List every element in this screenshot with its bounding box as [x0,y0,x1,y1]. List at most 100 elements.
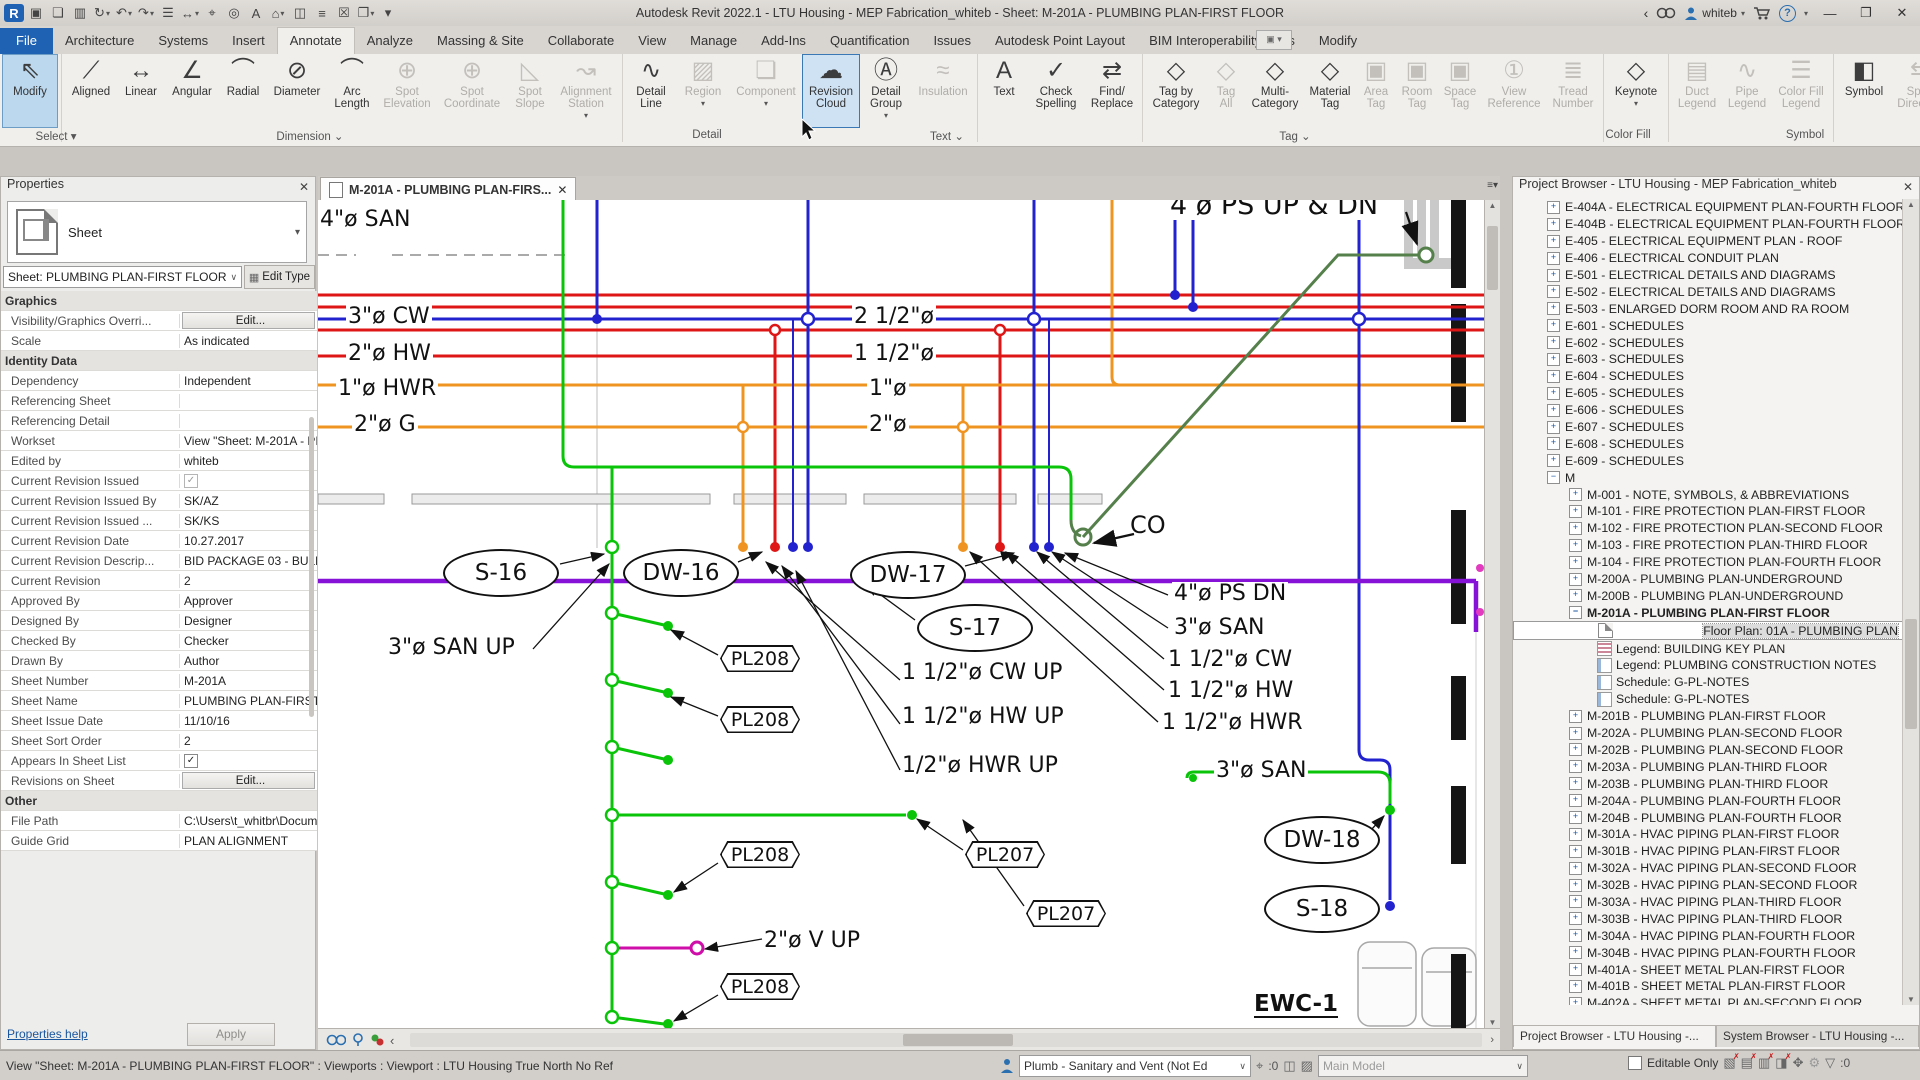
fixture-tag-ellipse[interactable]: S-17 [917,604,1033,652]
design-option-dropdown[interactable]: Main Model∨ [1318,1055,1528,1077]
qat-icon[interactable]: ◫ [290,3,310,23]
qat-icon[interactable]: ☒ [334,3,354,23]
pipe-annotation[interactable]: 2"ø V UP [764,929,860,952]
ribbon-button-linear[interactable]: ↔Linear [117,54,165,128]
qat-icon[interactable]: ☰ [158,3,178,23]
property-value[interactable]: Independent [180,371,317,390]
property-value[interactable]: Edit... [182,312,315,329]
pipe-annotation[interactable]: 4"ø PS DN [1172,582,1288,605]
tree-expander-icon[interactable]: + [1547,454,1560,467]
property-value[interactable]: SK/AZ [180,491,317,510]
tree-item[interactable]: − M [1513,469,1903,486]
ribbon-tab[interactable]: Analyze [355,28,425,54]
canvas-horizontal-scrollbar[interactable] [410,1033,1482,1047]
search-icon[interactable] [1656,6,1676,20]
ribbon-button-tag-by-category[interactable]: ◇Tag by Category [1146,54,1206,128]
tree-item[interactable]: + E-405 - ELECTRICAL EQUIPMENT PLAN - RO… [1513,233,1903,250]
properties-close-icon[interactable]: ✕ [299,180,309,194]
collapse-view-bar-icon[interactable]: ‹ [390,1033,394,1048]
tree-item[interactable]: + M-304B - HVAC PIPING PLAN-FOURTH FLOOR [1513,944,1903,961]
tree-item[interactable]: + M-101 - FIRE PROTECTION PLAN-FIRST FLO… [1513,503,1903,520]
tree-item[interactable]: + E-501 - ELECTRICAL DETAILS AND DIAGRAM… [1513,267,1903,284]
tree-expander-icon[interactable]: + [1569,556,1582,569]
ribbon-tab[interactable]: File [0,28,53,54]
plumbing-fixture-tag-hex[interactable]: PL208 [720,973,800,1000]
tree-expander-icon[interactable]: + [1547,319,1560,332]
exclude-options-icon[interactable]: ▧ [1723,1055,1735,1071]
tree-item[interactable]: + M-401A - SHEET METAL PLAN-FIRST FLOOR [1513,961,1903,978]
tree-expander-icon[interactable]: + [1569,929,1582,942]
pipe-annotation[interactable]: 1 1/2"ø [852,342,936,365]
reveal-hidden-elements-icon[interactable] [352,1033,364,1047]
ribbon-button-area-tag[interactable]: ▣Area Tag [1356,54,1396,128]
tree-expander-icon[interactable]: + [1569,777,1582,790]
property-value[interactable]: Author [180,651,317,670]
qat-icon[interactable]: ⌂ [268,3,288,23]
tree-expander-icon[interactable]: + [1569,862,1582,875]
qat-icon[interactable]: ⌖ [202,3,222,23]
qat-icon[interactable]: ❏ [48,3,68,23]
ribbon-button-spot-coordinate[interactable]: ⊕Spot Coordinate [437,54,507,128]
apply-button[interactable]: Apply [187,1023,275,1046]
pipe-annotation[interactable]: 2"ø G [352,413,418,436]
ribbon-panel-label[interactable]: Select ▾ [0,129,116,143]
ribbon-panel-label[interactable]: Dimension ⌄ [250,129,370,143]
pipe-annotation[interactable]: 3"ø SAN [1214,759,1308,782]
tree-item[interactable]: Schedule: G-PL-NOTES [1513,674,1903,691]
tree-item[interactable]: + E-404B - ELECTRICAL EQUIPMENT PLAN-FOU… [1513,216,1903,233]
pipe-annotation[interactable]: 3"ø SAN UP [388,636,515,659]
plumbing-fixture-tag-hex[interactable]: PL208 [720,841,800,868]
plumbing-fixture-tag-hex[interactable]: PL208 [720,706,800,733]
tree-item[interactable]: + M-200B - PLUMBING PLAN-UNDERGROUND [1513,587,1903,604]
drawing-canvas[interactable]: 4"ø SAN3"ø CW2"ø HW1"ø HWR2"ø G2 1/2"ø1 … [318,200,1485,1028]
instance-selector[interactable]: Sheet: PLUMBING PLAN-FIRST FLOOR∨ [3,266,242,288]
tree-item[interactable]: + M-103 - FIRE PROTECTION PLAN-THIRD FLO… [1513,537,1903,554]
tree-item[interactable]: + E-606 - SCHEDULES [1513,402,1903,419]
close-button[interactable]: ✕ [1888,5,1916,21]
ribbon-tab[interactable]: Annotate [277,27,355,54]
ribbon-button-diameter[interactable]: ⊘Diameter [267,54,327,128]
tree-item[interactable]: + M-202B - PLUMBING PLAN-SECOND FLOOR [1513,742,1903,759]
active-workset-dropdown[interactable]: Plumb - Sanitary and Vent (Not Ed∨ [1019,1055,1251,1077]
tree-item[interactable]: + M-303A - HVAC PIPING PLAN-THIRD FLOOR [1513,894,1903,911]
tree-expander-icon[interactable]: + [1569,895,1582,908]
tree-expander-icon[interactable]: + [1547,387,1560,400]
tree-expander-icon[interactable]: + [1569,505,1582,518]
edit-family-icon[interactable]: ▤ [1741,1055,1753,1071]
tree-item[interactable]: + E-502 - ELECTRICAL DETAILS AND DIAGRAM… [1513,283,1903,300]
tree-item[interactable]: + E-608 - SCHEDULES [1513,435,1903,452]
tree-expander-icon[interactable]: + [1569,912,1582,925]
property-value[interactable]: SK/KS [180,511,317,530]
ribbon-panel-label[interactable]: Color Fill [1568,129,1688,141]
tree-item[interactable]: + M-104 - FIRE PROTECTION PLAN-FOURTH FL… [1513,554,1903,571]
pipe-annotation[interactable]: 4 ø PS UP & DN [1168,200,1380,220]
tree-item[interactable]: + M-302B - HVAC PIPING PLAN-SECOND FLOOR [1513,877,1903,894]
tree-expander-icon[interactable]: + [1547,302,1560,315]
pipe-annotation[interactable]: 1 1/2"ø CW [1166,648,1294,671]
ribbon-tab[interactable]: Modify [1307,28,1369,54]
tree-item[interactable]: − M-201A - PLUMBING PLAN-FIRST FLOOR [1513,604,1903,621]
property-value[interactable] [57,291,317,310]
property-value[interactable]: View "Sheet: M-201A - PL... [180,431,317,450]
pipe-annotation[interactable]: 1/2"ø HWR UP [902,754,1058,777]
pipe-annotation[interactable]: 2"ø HW [346,342,433,365]
ribbon-button-spot-elevation[interactable]: ⊕Spot Elevation [377,54,437,128]
tree-item[interactable]: + M-201B - PLUMBING PLAN-FIRST FLOOR [1513,708,1903,725]
tree-expander-icon[interactable]: + [1547,421,1560,434]
ribbon-button-color-fill-legend[interactable]: ☰Color Fill Legend [1772,54,1830,128]
property-value[interactable]: Approver [180,591,317,610]
tree-expander-icon[interactable]: + [1569,710,1582,723]
minimize-button[interactable]: — [1816,6,1844,21]
tree-item[interactable]: + M-301A - HVAC PIPING PLAN-FIRST FLOOR [1513,826,1903,843]
tree-expander-icon[interactable]: + [1569,573,1582,586]
ribbon-tab[interactable]: Massing & Site [425,28,536,54]
tree-expander-icon[interactable]: + [1569,589,1582,602]
unpin-icon[interactable]: ▥ [1758,1055,1770,1071]
collapse-infocenter-icon[interactable]: ‹ [1644,5,1649,21]
canvas-vertical-scrollbar[interactable]: ▲ ▼ [1484,200,1500,1028]
property-value[interactable]: 2 [180,571,317,590]
pipe-annotation[interactable]: EWC-1 [1254,992,1338,1018]
pipe-annotation[interactable]: 1 1/2"ø CW UP [902,661,1062,684]
tree-expander-icon[interactable]: + [1547,437,1560,450]
ribbon-button-insulation[interactable]: ≈Insulation [912,54,974,128]
